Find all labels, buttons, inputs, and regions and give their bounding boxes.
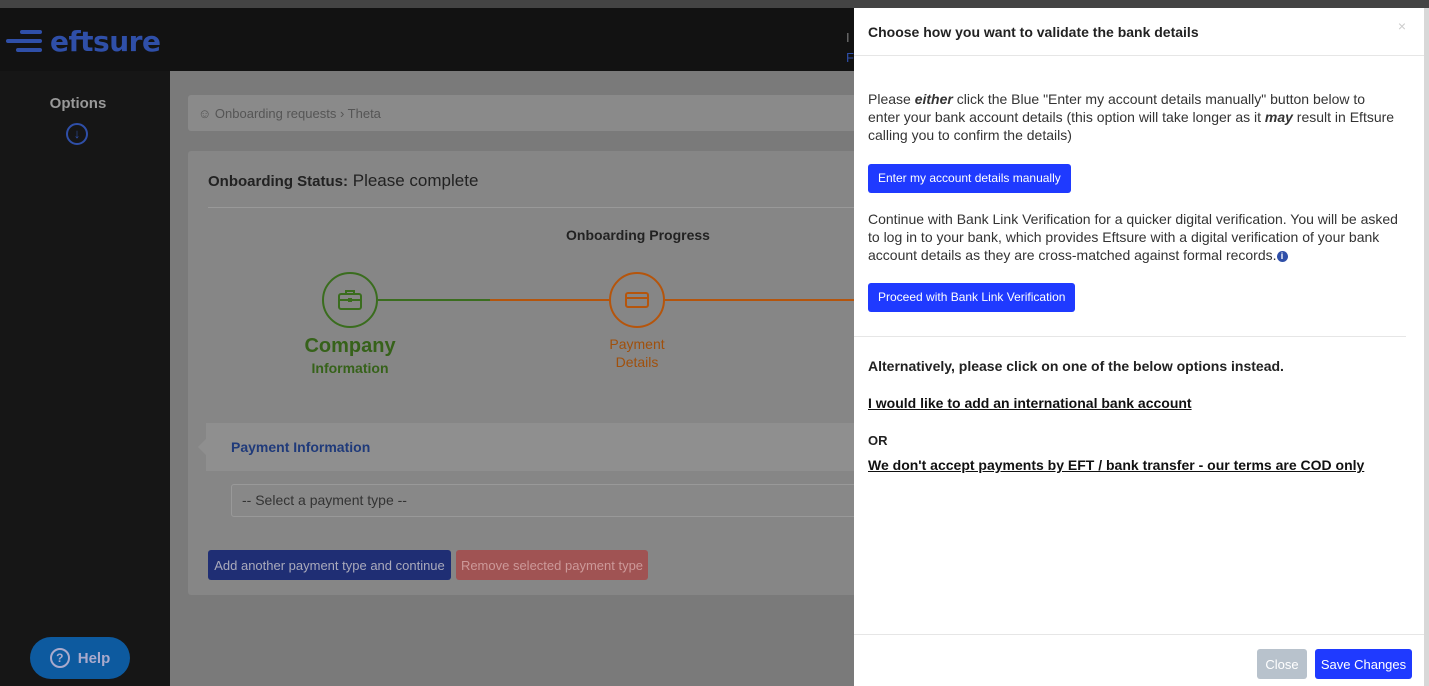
- help-label: Help: [77, 649, 111, 667]
- step-company-title: Company: [304, 335, 396, 357]
- users-icon: ☺: [198, 106, 212, 121]
- modal-header: Choose how you want to validate the bank…: [854, 8, 1424, 56]
- cod-only-link[interactable]: We don't accept payments by EFT / bank t…: [868, 457, 1364, 473]
- breadcrumb-separator-icon: ›: [339, 106, 348, 121]
- tab-pointer: [198, 439, 206, 455]
- status-value: Please complete: [352, 171, 479, 190]
- eftsure-logo[interactable]: eftsure: [6, 24, 161, 58]
- info-icon[interactable]: i: [1276, 251, 1288, 262]
- progress-line-current: [490, 299, 609, 301]
- payment-type-select[interactable]: -- Select a payment type --: [231, 484, 871, 517]
- browser-top-strip: [0, 0, 1429, 8]
- arrow-down-circle-icon[interactable]: ↓: [66, 123, 88, 145]
- add-payment-type-button[interactable]: Add another payment type and continue: [208, 550, 451, 580]
- divider: [208, 207, 868, 208]
- payment-information-header: Payment Information: [198, 423, 888, 471]
- divider: [854, 336, 1406, 337]
- alternative-text: Alternatively, please click on one of th…: [868, 358, 1284, 374]
- modal-title: Choose how you want to validate the bank…: [868, 24, 1199, 40]
- step-company-subtitle: Information: [311, 360, 389, 376]
- close-button[interactable]: Close: [1257, 649, 1307, 679]
- manual-option-text: Please either click the Blue "Enter my a…: [868, 91, 1395, 143]
- credit-card-icon[interactable]: [609, 272, 665, 328]
- header-obscured-text: I F: [846, 30, 854, 65]
- payment-information-label: Payment Information: [231, 439, 371, 455]
- onboarding-card: Onboarding Status: Please complete Onboa…: [188, 151, 888, 595]
- sidebar: Options ↓ ? Help: [0, 71, 170, 686]
- bank-link-text: Continue with Bank Link Verification for…: [868, 211, 1398, 263]
- step-payment-label: Payment Details: [609, 336, 665, 370]
- help-button[interactable]: ? Help: [30, 637, 130, 679]
- modal-footer: Close Save Changes: [854, 634, 1424, 686]
- sidebar-title: Options: [49, 95, 107, 112]
- question-icon: ?: [49, 648, 70, 668]
- save-changes-button[interactable]: Save Changes: [1315, 649, 1412, 679]
- logo-text: eftsure: [50, 24, 161, 58]
- breadcrumb: ☺ Onboarding requests › Theta: [188, 95, 888, 131]
- or-text: OR: [868, 433, 888, 448]
- bank-link-verification-button[interactable]: Proceed with Bank Link Verification: [868, 283, 1076, 312]
- onboarding-status: Onboarding Status: Please complete: [208, 171, 478, 191]
- enter-manually-button[interactable]: Enter my account details manually: [868, 164, 1071, 193]
- modal-scrollbar[interactable]: [1424, 8, 1429, 686]
- modal-body: Please either click the Blue "Enter my a…: [868, 90, 1398, 312]
- remove-payment-type-button[interactable]: Remove selected payment type: [456, 550, 648, 580]
- breadcrumb-item-onboarding[interactable]: Onboarding requests: [215, 106, 336, 121]
- breadcrumb-item-current: Theta: [347, 106, 381, 121]
- progress-line-complete: [378, 299, 490, 301]
- bank-validation-modal: Choose how you want to validate the bank…: [854, 8, 1424, 686]
- close-icon[interactable]: ×: [1398, 18, 1406, 34]
- status-label: Onboarding Status:: [208, 173, 348, 190]
- logo-mark-icon: [6, 27, 46, 55]
- international-account-link[interactable]: I would like to add an international ban…: [868, 395, 1192, 411]
- briefcase-icon[interactable]: [322, 272, 378, 328]
